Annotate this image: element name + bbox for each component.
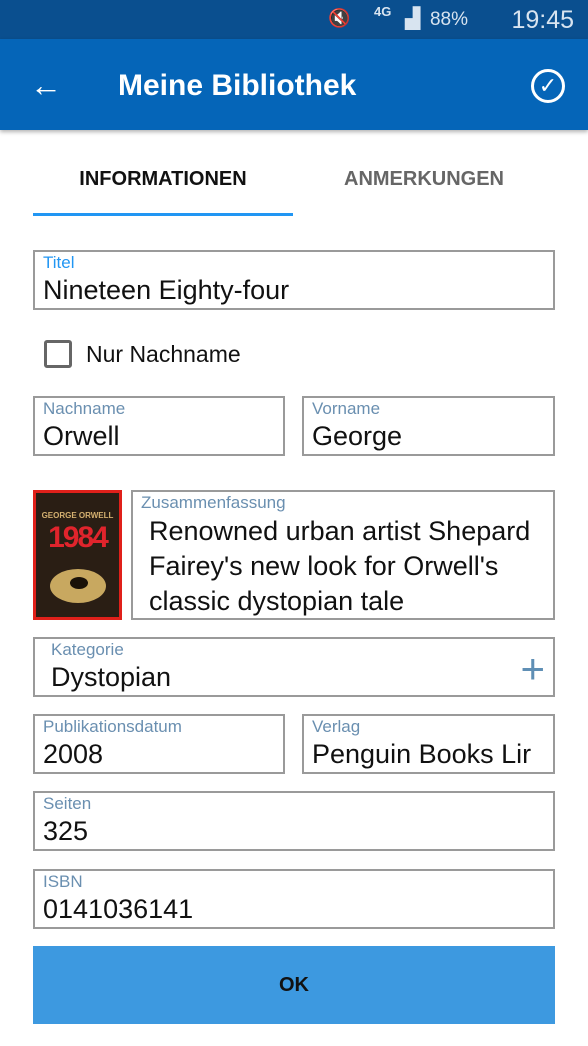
app-bar: ← Meine Bibliothek ✓: [0, 39, 588, 130]
summary-label: Zusammenfassung: [141, 493, 286, 512]
pub-date-value: 2008: [43, 739, 104, 769]
pages-label: Seiten: [43, 794, 92, 813]
isbn-value: 0141036141: [43, 894, 194, 924]
pub-date-label: Publikationsdatum: [43, 717, 182, 736]
summary-value: Renowned urban artist Shepard Fairey's n…: [149, 516, 531, 616]
surname-only-label: Nur Nachname: [86, 341, 241, 367]
last-name-field[interactable]: Nachname Orwell: [33, 396, 285, 456]
pub-date-field[interactable]: Publikationsdatum 2008: [33, 714, 285, 774]
mute-icon: 🔇: [328, 8, 351, 28]
title-value: Nineteen Eighty-four: [43, 275, 290, 305]
isbn-label: ISBN: [43, 872, 83, 891]
signal-icon: ▟: [405, 8, 421, 30]
tab-informationen[interactable]: INFORMATIONEN: [33, 168, 293, 191]
first-name-value: George: [312, 421, 403, 451]
first-name-field[interactable]: Vorname George: [302, 396, 555, 456]
tab-indicator: [33, 213, 293, 216]
tab-anmerkungen[interactable]: ANMERKUNGEN: [294, 168, 554, 191]
isbn-field[interactable]: ISBN 0141036141: [33, 869, 555, 929]
cover-author: GEORGE ORWELL: [41, 511, 114, 520]
add-category-plus-icon[interactable]: +: [520, 648, 545, 690]
pages-value: 325: [43, 816, 89, 846]
page-title: Meine Bibliothek: [118, 69, 357, 102]
first-name-label: Vorname: [312, 399, 381, 418]
surname-only-checkbox[interactable]: [44, 340, 72, 368]
back-arrow-icon[interactable]: ←: [30, 67, 62, 104]
category-field[interactable]: Kategorie Dystopian +: [33, 637, 555, 697]
cover-eye-art: [50, 569, 106, 603]
network-type: 4G: [374, 4, 392, 19]
last-name-label: Nachname: [43, 399, 126, 418]
publisher-field[interactable]: Verlag Penguin Books Lir: [302, 714, 555, 774]
summary-field[interactable]: Zusammenfassung Renowned urban artist Sh…: [131, 490, 555, 620]
publisher-value: Penguin Books Lir: [312, 739, 532, 769]
status-bar: 88% 19:45 4G 🔇 ▟: [0, 0, 588, 39]
publisher-label: Verlag: [312, 717, 361, 736]
category-label: Kategorie: [51, 640, 124, 659]
title-field[interactable]: Titel Nineteen Eighty-four: [33, 250, 555, 310]
title-label: Titel: [43, 253, 75, 272]
book-cover-image[interactable]: GEORGE ORWELL 1984: [33, 490, 122, 620]
pages-field[interactable]: Seiten 325: [33, 791, 555, 851]
clock: 19:45: [511, 6, 574, 34]
save-check-icon[interactable]: ✓: [531, 69, 565, 103]
last-name-value: Orwell: [43, 421, 120, 451]
ok-button[interactable]: OK: [33, 946, 555, 1024]
category-value: Dystopian: [51, 662, 172, 692]
cover-title: 1984: [48, 521, 109, 554]
battery-level: 88%: [429, 9, 468, 30]
